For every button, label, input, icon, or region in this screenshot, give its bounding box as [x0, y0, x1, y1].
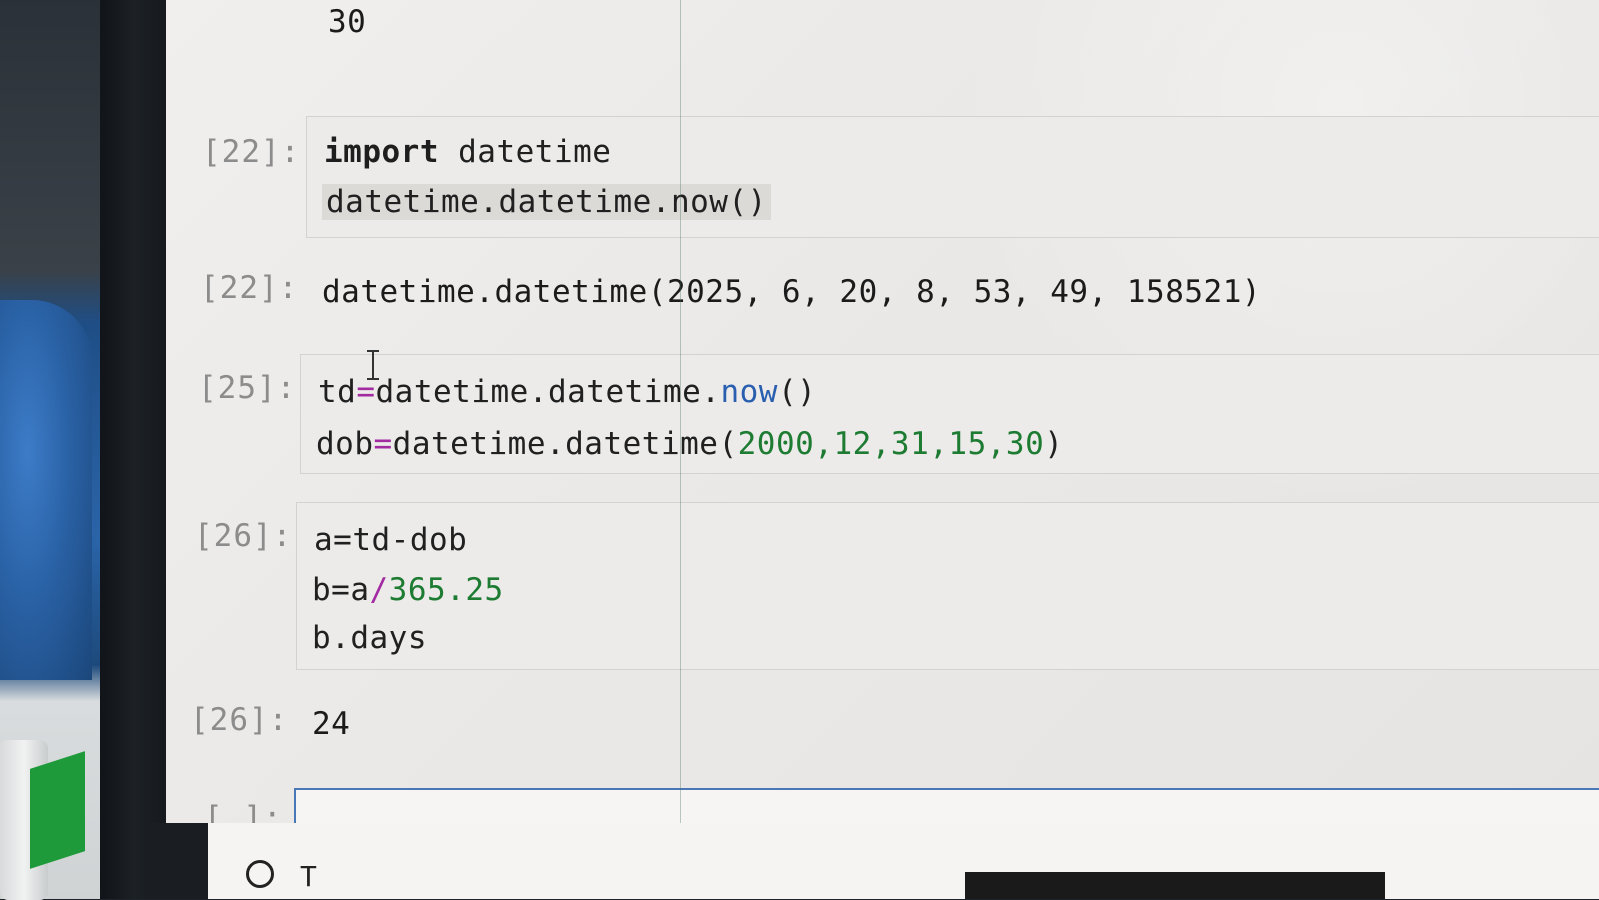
highlighted-code: datetime.datetime.now(): [322, 184, 771, 220]
bottom-dark-bar: [965, 872, 1385, 899]
background-chair: [0, 300, 92, 680]
text-cursor-icon: [367, 350, 379, 380]
cell-prompt: [22]:: [202, 134, 301, 170]
bottom-label: T: [300, 860, 317, 893]
code-line: dob=datetime.datetime(2000,12,31,15,30): [316, 426, 1063, 462]
code-line: a=td-dob: [314, 522, 468, 558]
output-text: datetime.datetime(2025, 6, 20, 8, 53, 49…: [322, 274, 1261, 310]
screen-reflection-line: [680, 0, 681, 899]
output-head: datetime.datetime(: [322, 274, 667, 310]
cell-prompt: [25]:: [198, 370, 297, 406]
notebook-screen: 30 [22]: import datetime datetime.dateti…: [166, 0, 1599, 899]
code-line: td=datetime.datetime.now(): [318, 374, 816, 410]
code-text: b=a: [312, 572, 370, 608]
code-text: datetime.datetime.: [375, 374, 721, 410]
code-line: import datetime: [324, 134, 611, 170]
output-args: 2025, 6, 20, 8, 53, 49, 158521: [666, 274, 1242, 310]
output-text: 24: [312, 706, 351, 742]
keyword: import: [324, 134, 439, 170]
number-literals: 2000,12,31,15,30: [737, 426, 1045, 462]
code-text: ): [1044, 426, 1064, 462]
code-text: datetime: [438, 134, 612, 170]
previous-output: 30: [328, 4, 367, 40]
code-line: datetime.datetime.now(): [322, 184, 771, 220]
method-name: now: [720, 374, 778, 410]
code-text: datetime.datetime(: [392, 426, 738, 462]
code-line: b.days: [312, 620, 427, 656]
operator: =: [373, 426, 393, 462]
monitor-bezel: [100, 0, 170, 899]
cell-prompt: [26]:: [194, 518, 293, 554]
background-object-green: [30, 751, 85, 869]
output-tail: ): [1241, 274, 1262, 310]
code-var: dob: [316, 426, 374, 462]
code-line: b=a/365.25: [312, 572, 504, 608]
number-literal: 365.25: [388, 572, 504, 608]
circle-icon[interactable]: [246, 860, 274, 888]
bottom-bezel: [148, 823, 208, 899]
operator: /: [369, 572, 389, 608]
output-prompt: [26]:: [190, 702, 289, 738]
code-var: td: [318, 374, 357, 410]
output-prompt: [22]:: [200, 270, 299, 306]
code-text: (): [777, 374, 817, 410]
